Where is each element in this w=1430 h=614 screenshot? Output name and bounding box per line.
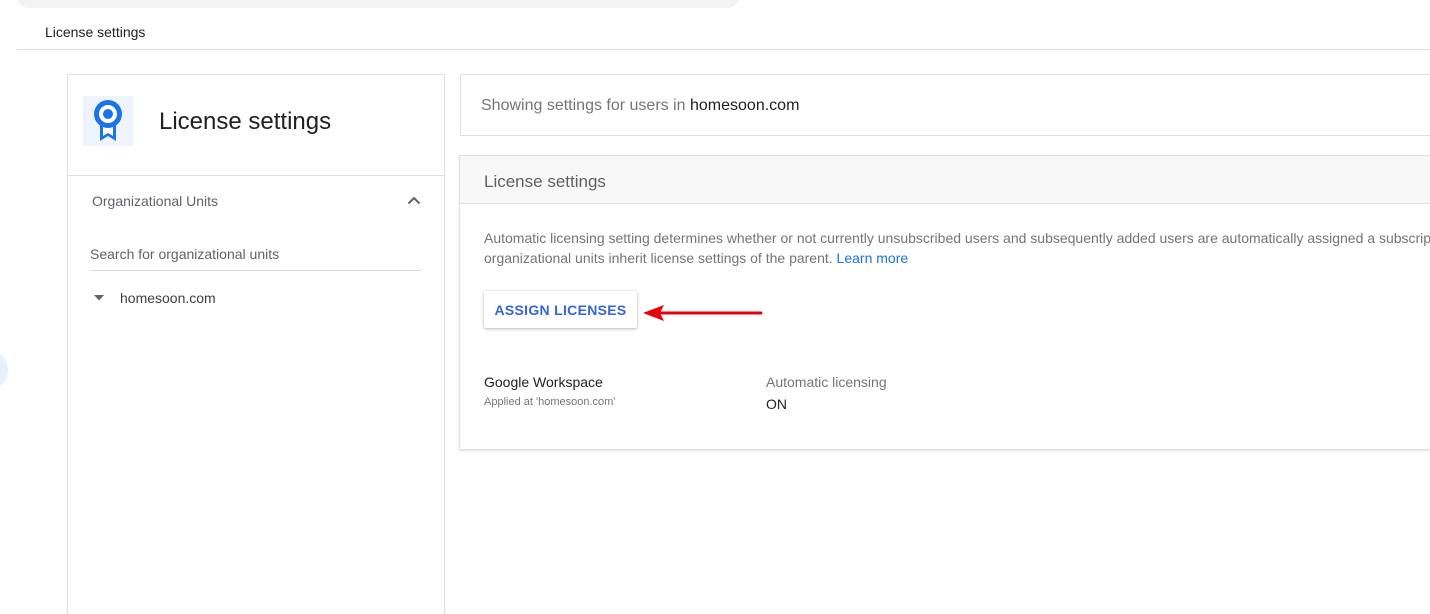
breadcrumb: License settings <box>45 24 146 40</box>
settings-scope-domain: homesoon.com <box>690 97 800 114</box>
breadcrumb-bar: License settings <box>17 8 1430 50</box>
side-panel-title: License settings <box>159 108 332 135</box>
description-line-2: organizational units inherit license set… <box>484 248 1430 268</box>
ou-tree-item-homesoon[interactable]: homesoon.com <box>90 287 216 309</box>
top-search-bar[interactable] <box>17 0 739 8</box>
settings-scope-prefix: Showing settings for users in <box>481 97 690 114</box>
learn-more-link[interactable]: Learn more <box>837 250 909 266</box>
caret-down-icon[interactable] <box>90 289 108 307</box>
ou-search-field[interactable] <box>90 243 421 271</box>
license-badge-icon <box>83 96 133 146</box>
product-name: Google Workspace <box>484 374 603 390</box>
floating-action-edge[interactable] <box>0 352 8 388</box>
description-line-1: Automatic licensing setting determines w… <box>484 230 1430 246</box>
card-title: License settings <box>484 172 606 191</box>
settings-scope-bar: Showing settings for users in homesoon.c… <box>460 74 1430 136</box>
side-panel-header: License settings <box>68 75 444 176</box>
settings-scope-text: Showing settings for users in homesoon.c… <box>481 97 799 115</box>
card-header: License settings <box>460 156 1430 204</box>
chevron-up-icon[interactable] <box>404 190 424 210</box>
automatic-licensing-value: ON <box>766 396 787 412</box>
license-settings-card: License settings Automatic licensing set… <box>459 155 1430 450</box>
ou-section-header[interactable]: Organizational Units <box>68 176 444 224</box>
side-panel: License settings Organizational Units ho… <box>67 74 445 614</box>
automatic-licensing-label: Automatic licensing <box>766 374 887 390</box>
ou-tree-label: homesoon.com <box>120 290 216 306</box>
description-line-2-text: organizational units inherit license set… <box>484 250 837 266</box>
ou-search-input[interactable] <box>90 243 421 262</box>
ou-section-title: Organizational Units <box>92 193 219 209</box>
card-description: Automatic licensing setting determines w… <box>484 228 1430 268</box>
red-arrow-annotation <box>643 305 763 321</box>
product-applied-at: Applied at 'homesoon.com' <box>484 396 616 408</box>
assign-licenses-button[interactable]: ASSIGN LICENSES <box>484 291 637 328</box>
